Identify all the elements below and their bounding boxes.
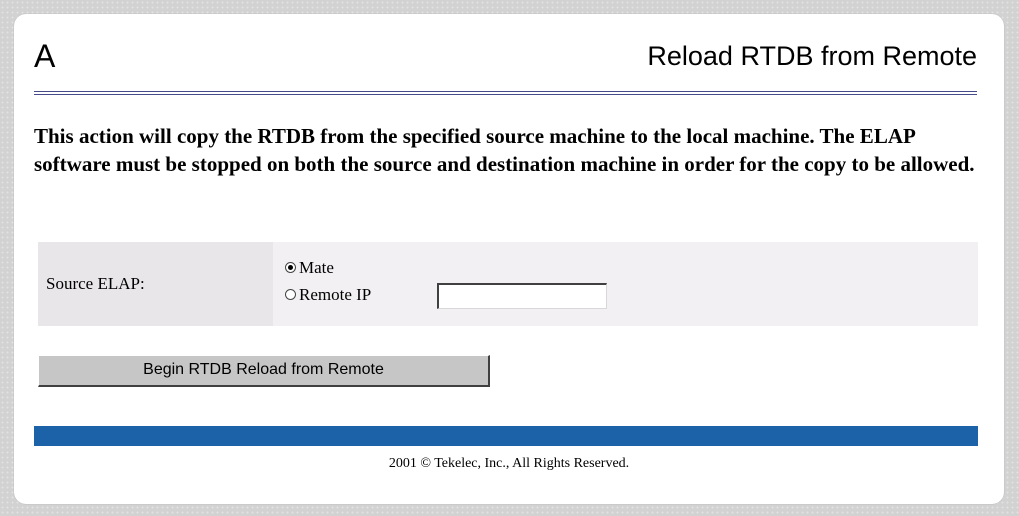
remote-ip-option-label: Remote IP — [299, 285, 372, 304]
header-divider — [34, 91, 977, 95]
mate-radio[interactable] — [285, 261, 296, 273]
mate-option[interactable]: Mate — [285, 257, 334, 279]
source-elap-label: Source ELAP: — [46, 274, 145, 293]
action-description: This action will copy the RTDB from the … — [34, 124, 975, 176]
remote-ip-option[interactable]: Remote IP — [285, 284, 371, 306]
page-header: A Reload RTDB from Remote — [34, 36, 977, 84]
header-letter: A — [34, 38, 56, 74]
page-title: Reload RTDB from Remote — [647, 41, 977, 71]
mate-option-label: Mate — [299, 258, 334, 277]
main-panel: A Reload RTDB from Remote This action wi… — [14, 14, 1004, 504]
remote-ip-radio[interactable] — [285, 288, 296, 300]
begin-reload-button[interactable]: Begin RTDB Reload from Remote — [38, 355, 490, 387]
form-label-cell: Source ELAP: — [38, 242, 273, 326]
remote-ip-input[interactable] — [437, 283, 607, 309]
copyright-notice: 2001 © Tekelec, Inc., All Rights Reserve… — [388, 456, 630, 471]
source-elap-form: Source ELAP: Mate Remote IP — [38, 242, 978, 326]
status-bar: Mon November 12 2001 12:12:34 EST — [34, 426, 978, 464]
